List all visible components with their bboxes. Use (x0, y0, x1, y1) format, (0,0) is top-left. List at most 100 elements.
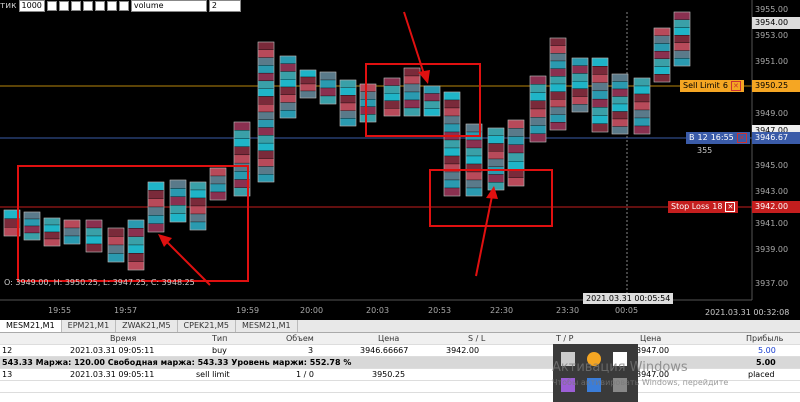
footprint-cell (633, 93, 651, 103)
footprint-cell (507, 177, 525, 187)
footprint-cell (443, 91, 461, 101)
sell-limit-tag[interactable]: Sell Limit 6 ✕ (680, 80, 744, 92)
sell-limit-qty: 6 (722, 81, 728, 90)
footprint-cell (403, 99, 421, 109)
footprint-cell (233, 146, 251, 156)
footprint-cell (443, 107, 461, 117)
footprint-cell (673, 42, 691, 51)
price-tick-2: 3953.00 (755, 31, 789, 40)
windows-watermark-sub: Чтобы активировать Windows, перейдите (552, 378, 729, 387)
col-price2: Цена (640, 334, 662, 343)
footprint-cell (127, 228, 145, 237)
order-volume: 1 / 0 (296, 370, 314, 379)
chart-area[interactable]: тик 1000 volume 2 3955.00 3954.00 3953.0… (0, 0, 800, 320)
order-price: 3946.66667 (360, 346, 409, 355)
footprint-cell (339, 110, 357, 119)
footprint-cell (571, 57, 589, 66)
tab-chart-3[interactable]: ZWAK21,M5 (116, 320, 178, 332)
order-price: 3950.25 (372, 370, 406, 379)
footprint-cell (23, 232, 41, 241)
stop-loss-qty: 18 (712, 202, 723, 211)
footprint-cell (443, 147, 461, 157)
footprint-cell (633, 125, 651, 135)
footprint-cell (257, 142, 275, 152)
footprint-cell (487, 182, 505, 191)
footprint-cell (549, 37, 567, 46)
footprint-cell (571, 73, 589, 82)
footprint-cell (487, 143, 505, 152)
buy-tag[interactable]: B 12 16:55 ✕ (686, 132, 750, 144)
price-tick-3: 3951.00 (755, 57, 789, 66)
buy-label: B (689, 133, 695, 142)
order-type: sell limit (196, 370, 230, 379)
footprint-cell (403, 91, 421, 101)
footprint-cell (443, 187, 461, 197)
footprint-cell (233, 121, 251, 131)
col-tp: T / P (556, 334, 574, 343)
footprint-cell (85, 227, 103, 237)
footprint-cell (299, 76, 317, 85)
footprint-cell (653, 58, 671, 67)
footprint-cell (403, 83, 421, 93)
footprint-cell (63, 227, 81, 237)
footprint-cell (127, 236, 145, 246)
ohlc-readout: O: 3949.00, H: 3950.25, L: 3947.25, C: 3… (4, 278, 195, 287)
footprint-cell (611, 118, 629, 127)
tab-chart-1[interactable]: MESM21,M1 (0, 320, 62, 332)
tab-chart-5[interactable]: MESM21,M1 (236, 320, 298, 332)
last-price-box: 3954.00 (752, 17, 800, 29)
footprint-cell (383, 100, 401, 109)
footprint-cell (423, 85, 441, 94)
footprint-cell (147, 215, 165, 224)
time-tick: 19:57 (114, 306, 138, 315)
footprint-cell (209, 191, 227, 201)
close-icon[interactable]: ✕ (730, 81, 741, 91)
col-profit: Прибыль (746, 334, 784, 343)
tab-chart-4[interactable]: CPEK21,M5 (178, 320, 236, 332)
footprint-cell (169, 205, 187, 214)
close-icon[interactable]: ✕ (725, 202, 736, 212)
footprint-cell (43, 238, 61, 247)
footprint-cell (653, 66, 671, 75)
footprint-cell (169, 188, 187, 197)
footprint-cell (107, 244, 125, 254)
tab-chart-2[interactable]: EPM21,M1 (62, 320, 117, 332)
footprint-cell (339, 102, 357, 111)
footprint-cell (359, 91, 377, 100)
footprint-cell (611, 88, 629, 97)
footprint-cell (279, 55, 297, 64)
footprint-cell (169, 179, 187, 189)
footprint-cell (127, 244, 145, 254)
footprint-cell (487, 127, 505, 136)
footprint-cell (43, 231, 61, 240)
footprint-cell (633, 85, 651, 95)
footprint-cell (339, 79, 357, 88)
stop-loss-label: Stop Loss (671, 202, 710, 211)
footprint-cell (257, 57, 275, 66)
footprint-cell (209, 167, 227, 177)
time-tick: 22:30 (490, 306, 514, 315)
footprint-cell (591, 98, 609, 108)
table-header: Время Тип Объем Цена S / L T / P Цена Пр… (0, 333, 800, 345)
footprint-cell (507, 144, 525, 154)
footprint-cell (465, 179, 483, 189)
footprint-cell (257, 150, 275, 159)
footprint-cell (107, 236, 125, 246)
footprint-cell (529, 125, 547, 134)
footprint-cell (257, 80, 275, 89)
table-row[interactable]: 12 2021.03.31 09:05:11 buy 3 3946.66667 … (0, 345, 800, 357)
close-icon[interactable]: ✕ (736, 133, 747, 143)
buy-price: 3946.67 (752, 132, 800, 144)
time-tick: 20:00 (300, 306, 324, 315)
footprint-cell (403, 67, 421, 77)
footprint-cell (319, 79, 337, 89)
stop-loss-tag[interactable]: Stop Loss 18 ✕ (668, 201, 739, 213)
footprint-cell (529, 84, 547, 93)
footprint-cell (443, 99, 461, 109)
footprint-cell (319, 95, 337, 105)
footprint-cell (189, 181, 207, 191)
footprint-cell (127, 261, 145, 271)
footprint-cell (571, 96, 589, 105)
footprint-cell (257, 104, 275, 113)
footprint-cell (507, 152, 525, 162)
